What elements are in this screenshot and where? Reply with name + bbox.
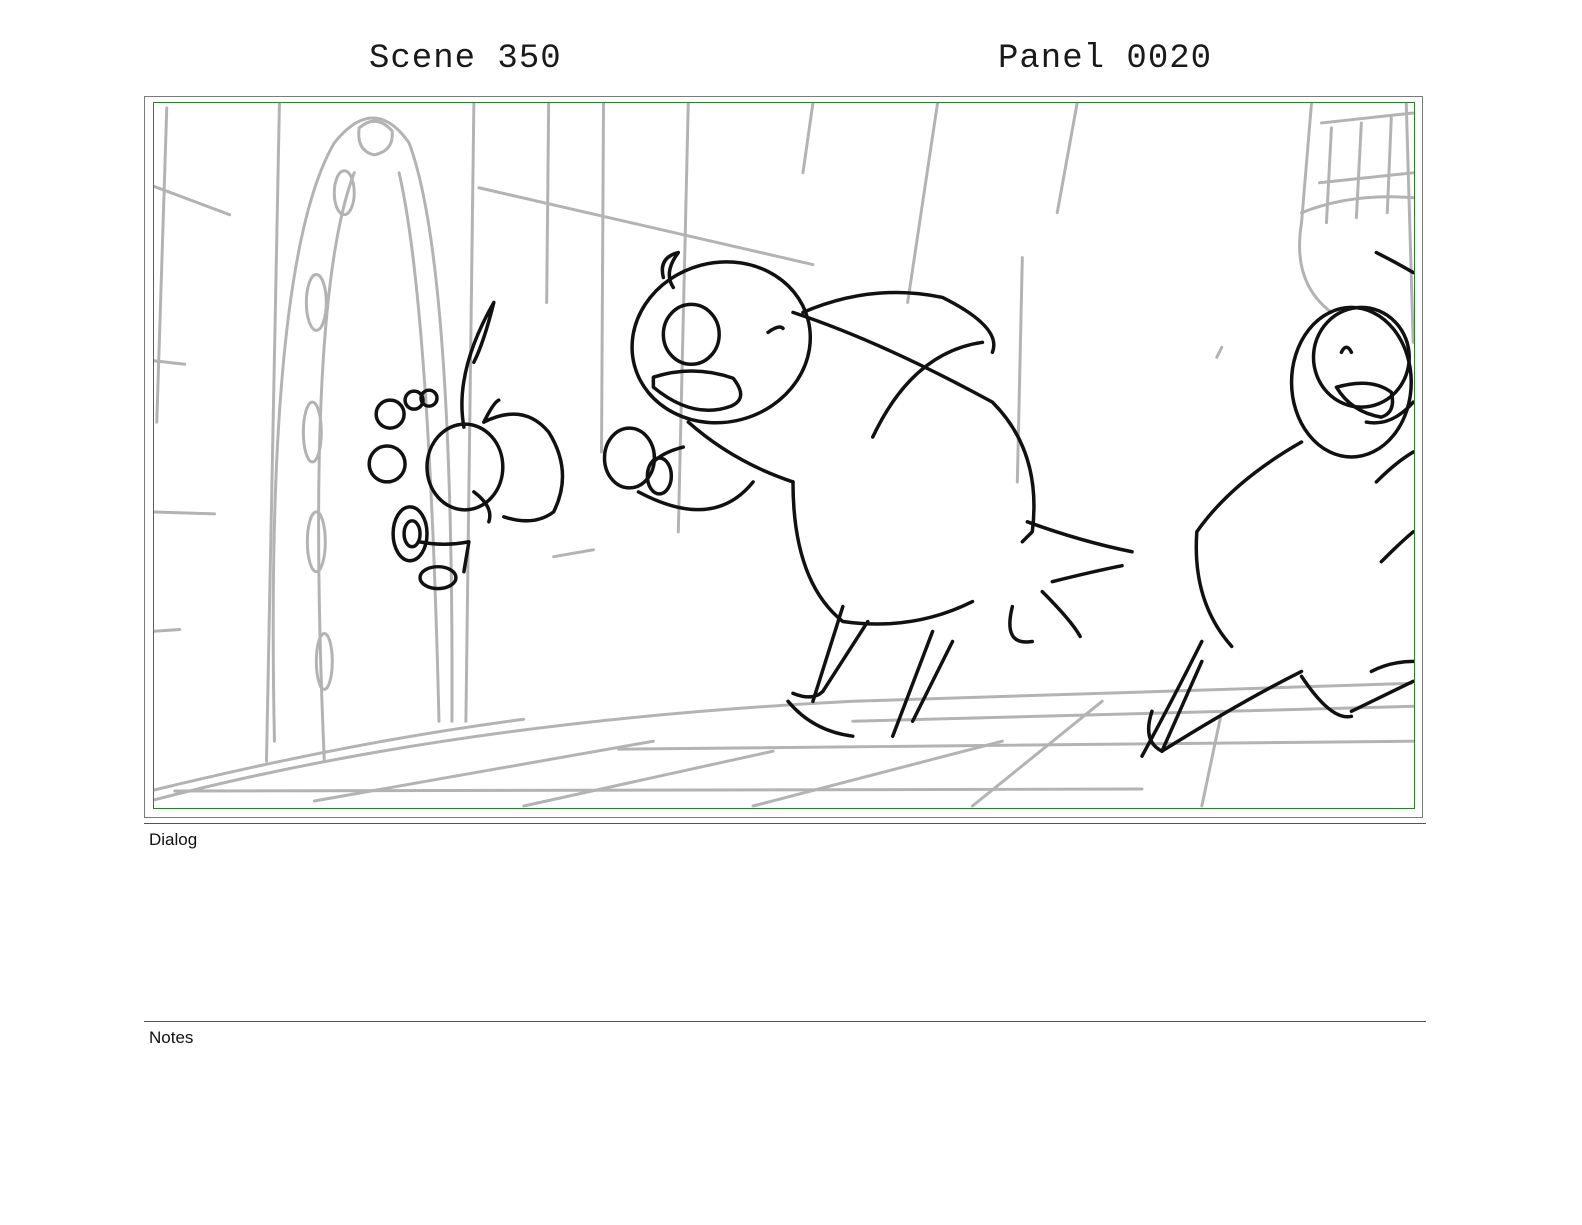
dialog-divider xyxy=(144,823,1426,824)
dialog-label: Dialog xyxy=(149,830,198,849)
panel-number: Panel 0020 xyxy=(998,40,1213,78)
notes-label: Notes xyxy=(149,1028,194,1047)
notes-divider xyxy=(144,1021,1426,1022)
scene-number: Scene 350 xyxy=(369,40,562,78)
panel-frame xyxy=(153,102,1415,809)
storyboard-sketch-icon xyxy=(154,103,1414,808)
